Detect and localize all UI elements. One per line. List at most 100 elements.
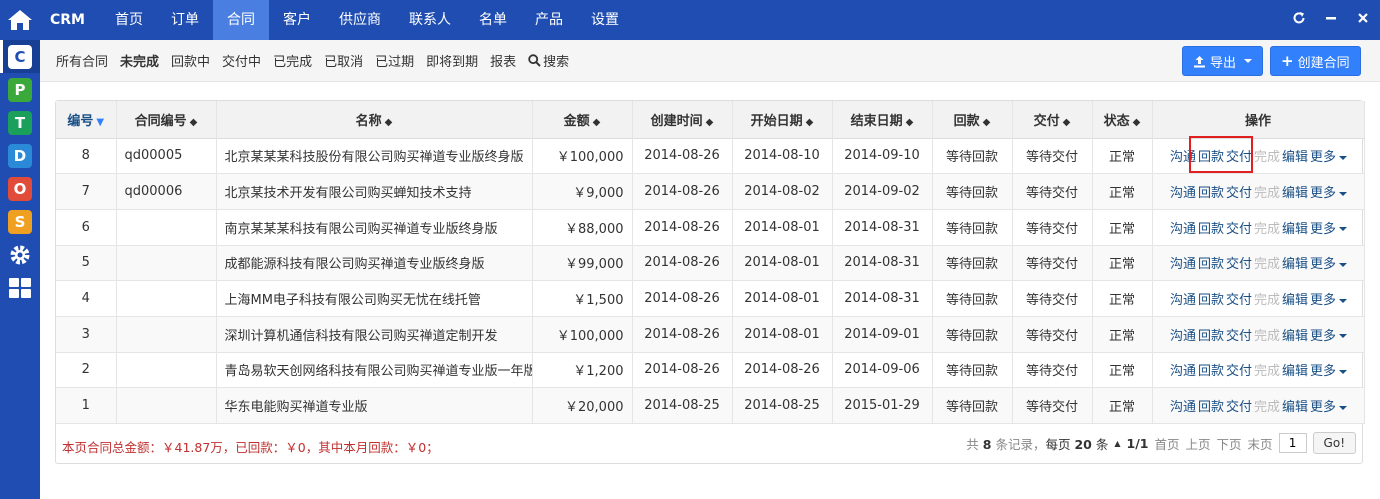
app-project-icon[interactable]: P [0, 73, 40, 106]
action-deliver-link[interactable]: 交付 [1226, 257, 1252, 272]
app-doc-icon[interactable]: D [0, 139, 40, 172]
cell-name[interactable]: 深圳计算机通信科技有限公司购买禅道定制开发 [216, 316, 533, 353]
action-edit-link[interactable]: 编辑 [1282, 186, 1308, 201]
action-deliver-link[interactable]: 交付 [1226, 364, 1252, 379]
action-deliver-link[interactable]: 交付 [1226, 329, 1252, 344]
action-deliver-link[interactable]: 交付 [1226, 186, 1252, 201]
column-header-4[interactable]: 创建时间 ◆ [632, 101, 733, 139]
action-payment-link[interactable]: 回款 [1198, 329, 1224, 344]
filter-tab-2[interactable]: 回款中 [171, 51, 210, 70]
cell-name[interactable]: 南京某某某科技有限公司购买禅道专业版终身版 [216, 209, 533, 246]
filter-tab-8[interactable]: 报表 [490, 51, 516, 70]
filter-tab-3[interactable]: 交付中 [222, 51, 261, 70]
action-payment-link[interactable]: 回款 [1198, 364, 1224, 379]
action-payment-link[interactable]: 回款 [1198, 150, 1224, 165]
settings-gear-icon[interactable] [0, 238, 40, 271]
nav-item-0[interactable]: 首页 [101, 0, 157, 40]
close-icon[interactable] [1356, 11, 1370, 29]
column-header-9[interactable]: 状态 ◆ [1092, 101, 1153, 139]
app-team-icon[interactable]: T [0, 106, 40, 139]
action-more-link[interactable]: 更多 [1310, 293, 1336, 308]
refresh-icon[interactable] [1292, 11, 1306, 29]
action-edit-link[interactable]: 编辑 [1282, 150, 1308, 165]
filter-tab-5[interactable]: 已取消 [324, 51, 363, 70]
action-communicate-link[interactable]: 沟通 [1170, 150, 1196, 165]
action-deliver-link[interactable]: 交付 [1226, 400, 1252, 415]
export-button[interactable]: 导出 [1182, 46, 1264, 76]
next-page-link[interactable]: 下页 [1217, 434, 1242, 453]
nav-item-1[interactable]: 订单 [157, 0, 213, 40]
column-header-5[interactable]: 开始日期 ◆ [732, 101, 833, 139]
column-header-7[interactable]: 回款 ◆ [932, 101, 1013, 139]
nav-item-4[interactable]: 供应商 [325, 0, 395, 40]
column-header-2[interactable]: 名称 ◆ [216, 101, 533, 139]
filter-tab-7[interactable]: 即将到期 [426, 51, 478, 70]
action-edit-link[interactable]: 编辑 [1282, 222, 1308, 237]
page-number-input[interactable] [1278, 433, 1307, 453]
action-edit-link[interactable]: 编辑 [1282, 400, 1308, 415]
nav-item-8[interactable]: 设置 [577, 0, 633, 40]
app-store-icon[interactable]: S [0, 205, 40, 238]
action-edit-link[interactable]: 编辑 [1282, 293, 1308, 308]
action-deliver-link[interactable]: 交付 [1226, 150, 1252, 165]
nav-item-2[interactable]: 合同 [213, 0, 269, 40]
home-icon[interactable] [0, 0, 40, 40]
column-header-1[interactable]: 合同编号 ◆ [116, 101, 217, 139]
search-link[interactable]: 搜索 [528, 51, 569, 70]
action-more-link[interactable]: 更多 [1310, 329, 1336, 344]
cell-name[interactable]: 北京某技术开发有限公司购买蝉知技术支持 [216, 173, 533, 210]
nav-item-6[interactable]: 名单 [465, 0, 521, 40]
cell-name[interactable]: 成都能源科技有限公司购买禅道专业版终身版 [216, 245, 533, 282]
action-communicate-link[interactable]: 沟通 [1170, 257, 1196, 272]
action-communicate-link[interactable]: 沟通 [1170, 400, 1196, 415]
app-letter: S [8, 209, 32, 234]
action-edit-link[interactable]: 编辑 [1282, 257, 1308, 272]
action-payment-link[interactable]: 回款 [1198, 293, 1224, 308]
action-communicate-link[interactable]: 沟通 [1170, 186, 1196, 201]
apps-grid-icon[interactable] [0, 271, 40, 304]
action-payment-link[interactable]: 回款 [1198, 222, 1224, 237]
filter-tab-0[interactable]: 所有合同 [56, 51, 108, 70]
filter-tab-1[interactable]: 未完成 [120, 51, 159, 70]
action-communicate-link[interactable]: 沟通 [1170, 222, 1196, 237]
prev-page-link[interactable]: 上页 [1186, 434, 1211, 453]
create-contract-button[interactable]: + 创建合同 [1270, 46, 1361, 76]
action-more-link[interactable]: 更多 [1310, 222, 1336, 237]
action-payment-link[interactable]: 回款 [1198, 257, 1224, 272]
brand-logo[interactable]: CRM [40, 12, 101, 28]
action-more-link[interactable]: 更多 [1310, 186, 1336, 201]
first-page-link[interactable]: 首页 [1154, 434, 1179, 453]
column-header-3[interactable]: 金额 ◆ [532, 101, 633, 139]
cell-name[interactable]: 华东电能购买禅道专业版 [216, 387, 533, 424]
cell-name[interactable]: 上海MM电子科技有限公司购买无忧在线托管 [216, 280, 533, 317]
action-more-link[interactable]: 更多 [1310, 364, 1336, 379]
minimize-icon[interactable] [1324, 11, 1338, 29]
last-page-link[interactable]: 末页 [1248, 434, 1273, 453]
action-payment-link[interactable]: 回款 [1198, 186, 1224, 201]
action-deliver-link[interactable]: 交付 [1226, 293, 1252, 308]
page-size-caret-icon[interactable]: ▲ [1114, 439, 1120, 448]
action-more-link[interactable]: 更多 [1310, 150, 1336, 165]
action-edit-link[interactable]: 编辑 [1282, 329, 1308, 344]
column-header-6[interactable]: 结束日期 ◆ [832, 101, 933, 139]
app-crm-icon[interactable]: C [0, 40, 40, 73]
action-communicate-link[interactable]: 沟通 [1170, 364, 1196, 379]
nav-item-5[interactable]: 联系人 [395, 0, 465, 40]
nav-item-3[interactable]: 客户 [269, 0, 325, 40]
filter-tab-4[interactable]: 已完成 [273, 51, 312, 70]
cell-name[interactable]: 青岛易软天创网络科技有限公司购买禅道专业版一年版 [216, 352, 533, 389]
nav-item-7[interactable]: 产品 [521, 0, 577, 40]
cell-name[interactable]: 北京某某某科技股份有限公司购买禅道专业版终身版 [216, 138, 533, 175]
app-oa-icon[interactable]: O [0, 172, 40, 205]
action-payment-link[interactable]: 回款 [1198, 400, 1224, 415]
action-more-link[interactable]: 更多 [1310, 400, 1336, 415]
action-communicate-link[interactable]: 沟通 [1170, 329, 1196, 344]
column-header-0[interactable]: 编号 ▼ [56, 101, 117, 139]
filter-tab-6[interactable]: 已过期 [375, 51, 414, 70]
go-button[interactable]: Go! [1312, 432, 1356, 454]
action-edit-link[interactable]: 编辑 [1282, 364, 1308, 379]
action-communicate-link[interactable]: 沟通 [1170, 293, 1196, 308]
column-header-8[interactable]: 交付 ◆ [1012, 101, 1093, 139]
action-more-link[interactable]: 更多 [1310, 257, 1336, 272]
action-deliver-link[interactable]: 交付 [1226, 222, 1252, 237]
